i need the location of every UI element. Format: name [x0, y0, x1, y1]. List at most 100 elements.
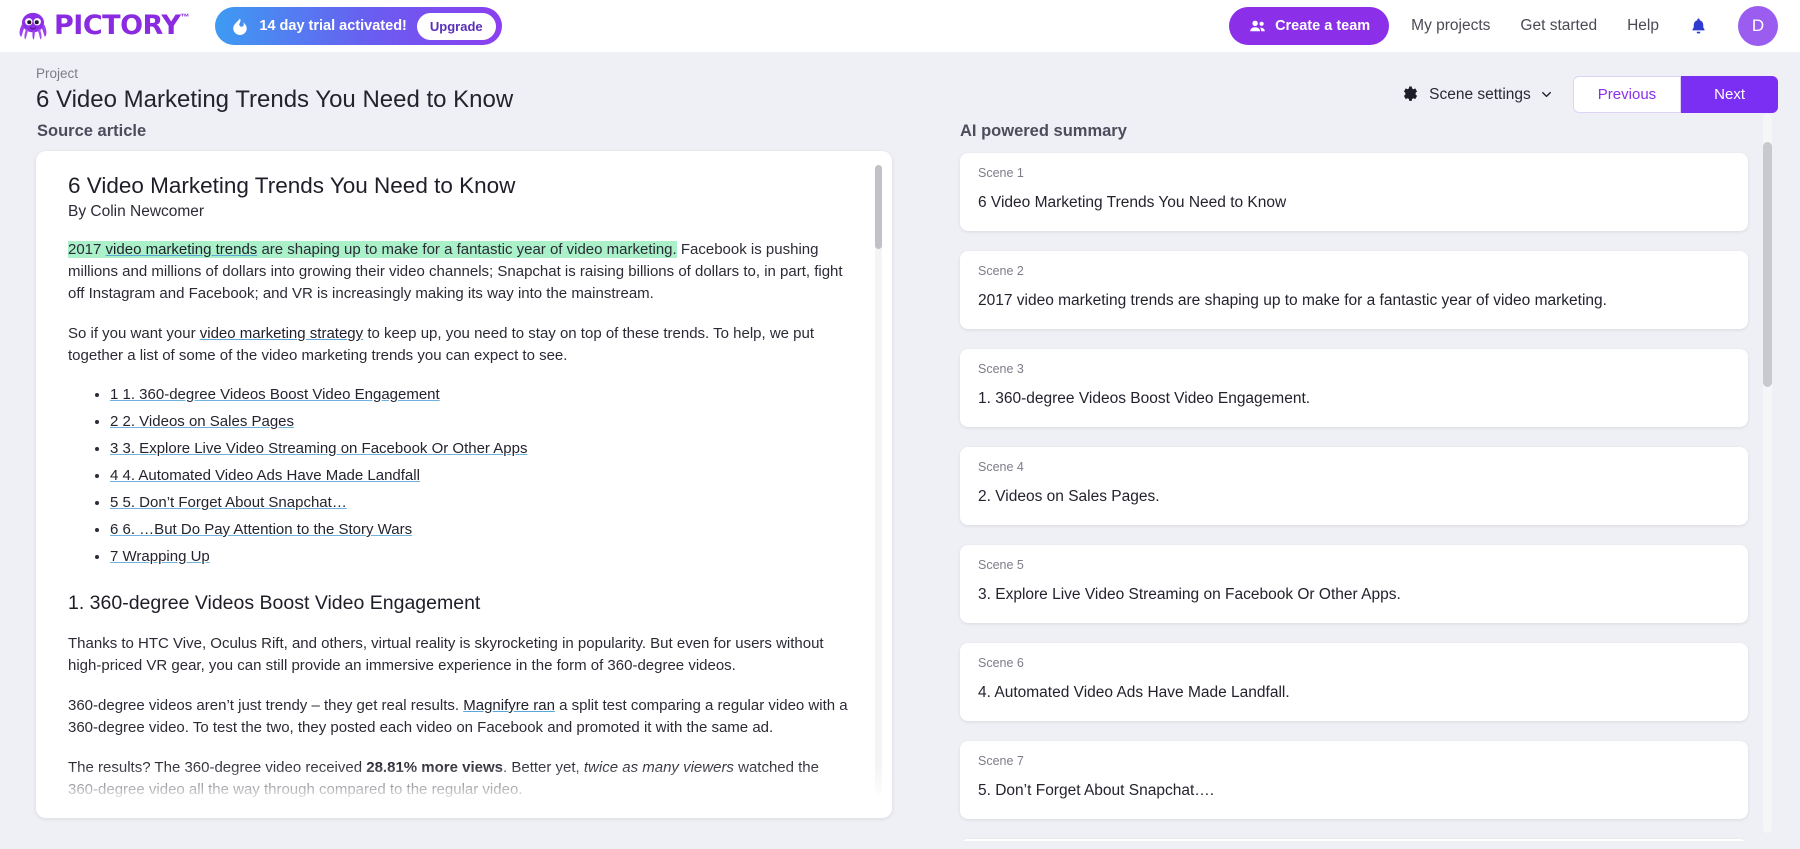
- toc-link-1[interactable]: 1 1. 360-degree Videos Boost Video Engag…: [110, 386, 440, 403]
- scene-card[interactable]: Scene 2 2017 video marketing trends are …: [960, 251, 1748, 329]
- link-magnifyre-ran[interactable]: Magnifyre ran: [463, 697, 555, 714]
- scene-text[interactable]: 2. Videos on Sales Pages.: [978, 487, 1730, 507]
- scene-card[interactable]: Scene 5 3. Explore Live Video Streaming …: [960, 545, 1748, 623]
- link-video-marketing-strategy[interactable]: video marketing strategy: [200, 325, 363, 342]
- toc-link-7[interactable]: 7 Wrapping Up: [110, 548, 210, 565]
- scene-text[interactable]: 1. 360-degree Videos Boost Video Engagem…: [978, 389, 1730, 409]
- scene-text[interactable]: 6 Video Marketing Trends You Need to Kno…: [978, 193, 1730, 213]
- people-icon: [1248, 17, 1267, 36]
- article-byline: By Colin Newcomer: [68, 203, 848, 221]
- p4-pre: 360-degree videos aren’t just trendy – t…: [68, 697, 463, 714]
- scene-card-partial[interactable]: [960, 839, 1748, 841]
- highlighted-sentence: 2017 video marketing trends are shaping …: [68, 241, 677, 258]
- p5-italic: twice as many viewers: [584, 759, 734, 776]
- article-paragraph-5: The results? The 360-degree video receiv…: [68, 757, 848, 801]
- project-header-actions: Scene settings Previous Next: [1401, 66, 1778, 113]
- scene-text[interactable]: 3. Explore Live Video Streaming on Faceb…: [978, 585, 1730, 605]
- article-heading-2: 1. 360-degree Videos Boost Video Engagem…: [68, 592, 848, 615]
- logo-wordmark: PICTORY: [54, 9, 180, 43]
- scene-settings-label: Scene settings: [1429, 86, 1531, 104]
- page-title: 6 Video Marketing Trends You Need to Kno…: [36, 86, 1401, 114]
- toc-link-5[interactable]: 5 5. Don’t Forget About Snapchat…: [110, 494, 347, 511]
- article-scrollbar-track[interactable]: [875, 165, 882, 795]
- article-paragraph-4: 360-degree videos aren’t just trendy – t…: [68, 695, 848, 739]
- scene-number-label: Scene 4: [978, 460, 1730, 474]
- scene-text[interactable]: 5. Don’t Forget About Snapchat….: [978, 781, 1730, 801]
- article-table-of-contents: 1 1. 360-degree Videos Boost Video Engag…: [110, 383, 848, 568]
- ai-summary-label: AI powered summary: [960, 122, 1778, 141]
- scene-card[interactable]: Scene 3 1. 360-degree Videos Boost Video…: [960, 349, 1748, 427]
- source-article-panel: Source article 6 Video Marketing Trends …: [22, 114, 892, 836]
- article-title: 6 Video Marketing Trends You Need to Kno…: [68, 173, 848, 199]
- trial-text: 14 day trial activated!: [259, 18, 407, 34]
- flame-icon: [231, 17, 249, 35]
- nav-link-get-started[interactable]: Get started: [1520, 17, 1597, 35]
- wizard-nav-buttons: Previous Next: [1573, 76, 1778, 113]
- article-paragraph-2: So if you want your video marketing stra…: [68, 323, 848, 367]
- scene-card[interactable]: Scene 4 2. Videos on Sales Pages.: [960, 447, 1748, 525]
- previous-button[interactable]: Previous: [1573, 76, 1681, 113]
- page-scrollbar-track[interactable]: [1763, 114, 1772, 833]
- scene-card[interactable]: Scene 6 4. Automated Video Ads Have Made…: [960, 643, 1748, 721]
- scene-text[interactable]: 2017 video marketing trends are shaping …: [978, 291, 1730, 311]
- top-navigation-bar: PICTORY ™ 14 day trial activated! Upgrad…: [0, 0, 1800, 52]
- ai-summary-panel: AI powered summary Scene 1 6 Video Marke…: [892, 114, 1778, 836]
- p5-pre: The results? The 360-degree video receiv…: [68, 759, 366, 776]
- nav-right-group: Create a team My projects Get started He…: [1229, 6, 1778, 46]
- list-item: 7 Wrapping Up: [110, 545, 848, 568]
- scene-card[interactable]: Scene 1 6 Video Marketing Trends You Nee…: [960, 153, 1748, 231]
- list-item: 1 1. 360-degree Videos Boost Video Engag…: [110, 383, 848, 406]
- toc-link-2[interactable]: 2 2. Videos on Sales Pages: [110, 413, 294, 430]
- trademark-symbol: ™: [180, 11, 189, 23]
- toc-link-6[interactable]: 6 6. …But Do Pay Attention to the Story …: [110, 521, 412, 538]
- p1-hl-post: are shaping up to make for a fantastic y…: [257, 241, 676, 258]
- article-scroll-region[interactable]: 6 Video Marketing Trends You Need to Kno…: [68, 173, 874, 818]
- chevron-down-icon: [1540, 88, 1553, 101]
- upgrade-button[interactable]: Upgrade: [417, 13, 496, 40]
- list-item: 3 3. Explore Live Video Streaming on Fac…: [110, 437, 848, 460]
- p2-pre: So if you want your: [68, 325, 200, 342]
- scene-number-label: Scene 3: [978, 362, 1730, 376]
- main-content: Source article 6 Video Marketing Trends …: [0, 114, 1800, 836]
- gear-icon: [1401, 85, 1420, 104]
- list-item: 5 5. Don’t Forget About Snapchat…: [110, 491, 848, 514]
- bell-icon: [1689, 15, 1708, 37]
- scene-number-label: Scene 2: [978, 264, 1730, 278]
- p5-bold: 28.81% more views: [366, 759, 503, 776]
- article-paragraph-3: Thanks to HTC Vive, Oculus Rift, and oth…: [68, 633, 848, 677]
- avatar[interactable]: D: [1738, 6, 1778, 46]
- source-article-label: Source article: [37, 122, 892, 141]
- scene-number-label: Scene 5: [978, 558, 1730, 572]
- article-scrollbar-thumb[interactable]: [875, 165, 882, 249]
- project-header-left: Project 6 Video Marketing Trends You Nee…: [36, 66, 1401, 114]
- list-item: 6 6. …But Do Pay Attention to the Story …: [110, 518, 848, 541]
- nav-link-my-projects[interactable]: My projects: [1411, 17, 1490, 35]
- list-item: 2 2. Videos on Sales Pages: [110, 410, 848, 433]
- page-scrollbar-thumb[interactable]: [1763, 142, 1772, 387]
- toc-link-4[interactable]: 4 4. Automated Video Ads Have Made Landf…: [110, 467, 420, 484]
- create-team-button[interactable]: Create a team: [1229, 7, 1389, 45]
- next-button[interactable]: Next: [1681, 76, 1778, 113]
- toc-link-3[interactable]: 3 3. Explore Live Video Streaming on Fac…: [110, 440, 527, 457]
- nav-link-help[interactable]: Help: [1627, 17, 1659, 35]
- p1-hl-pre: 2017: [68, 241, 106, 258]
- link-video-marketing-trends[interactable]: video marketing trends: [106, 241, 258, 258]
- scene-list[interactable]: Scene 1 6 Video Marketing Trends You Nee…: [956, 151, 1778, 841]
- breadcrumb: Project: [36, 66, 1401, 81]
- project-header: Project 6 Video Marketing Trends You Nee…: [0, 52, 1800, 114]
- octopus-icon: [16, 9, 50, 43]
- scene-settings-dropdown[interactable]: Scene settings: [1401, 85, 1553, 104]
- scene-text[interactable]: 4. Automated Video Ads Have Made Landfal…: [978, 683, 1730, 703]
- notifications-button[interactable]: [1689, 15, 1708, 37]
- article-paragraph-1: 2017 video marketing trends are shaping …: [68, 239, 848, 305]
- p5-mid: . Better yet,: [503, 759, 584, 776]
- trial-banner: 14 day trial activated! Upgrade: [215, 7, 501, 45]
- list-item: 4 4. Automated Video Ads Have Made Landf…: [110, 464, 848, 487]
- scene-number-label: Scene 6: [978, 656, 1730, 670]
- pictory-logo[interactable]: PICTORY ™: [16, 9, 189, 43]
- scene-card[interactable]: Scene 7 5. Don’t Forget About Snapchat….: [960, 741, 1748, 819]
- article-card: 6 Video Marketing Trends You Need to Kno…: [36, 151, 892, 818]
- scene-number-label: Scene 7: [978, 754, 1730, 768]
- create-team-label: Create a team: [1275, 18, 1370, 34]
- scene-number-label: Scene 1: [978, 166, 1730, 180]
